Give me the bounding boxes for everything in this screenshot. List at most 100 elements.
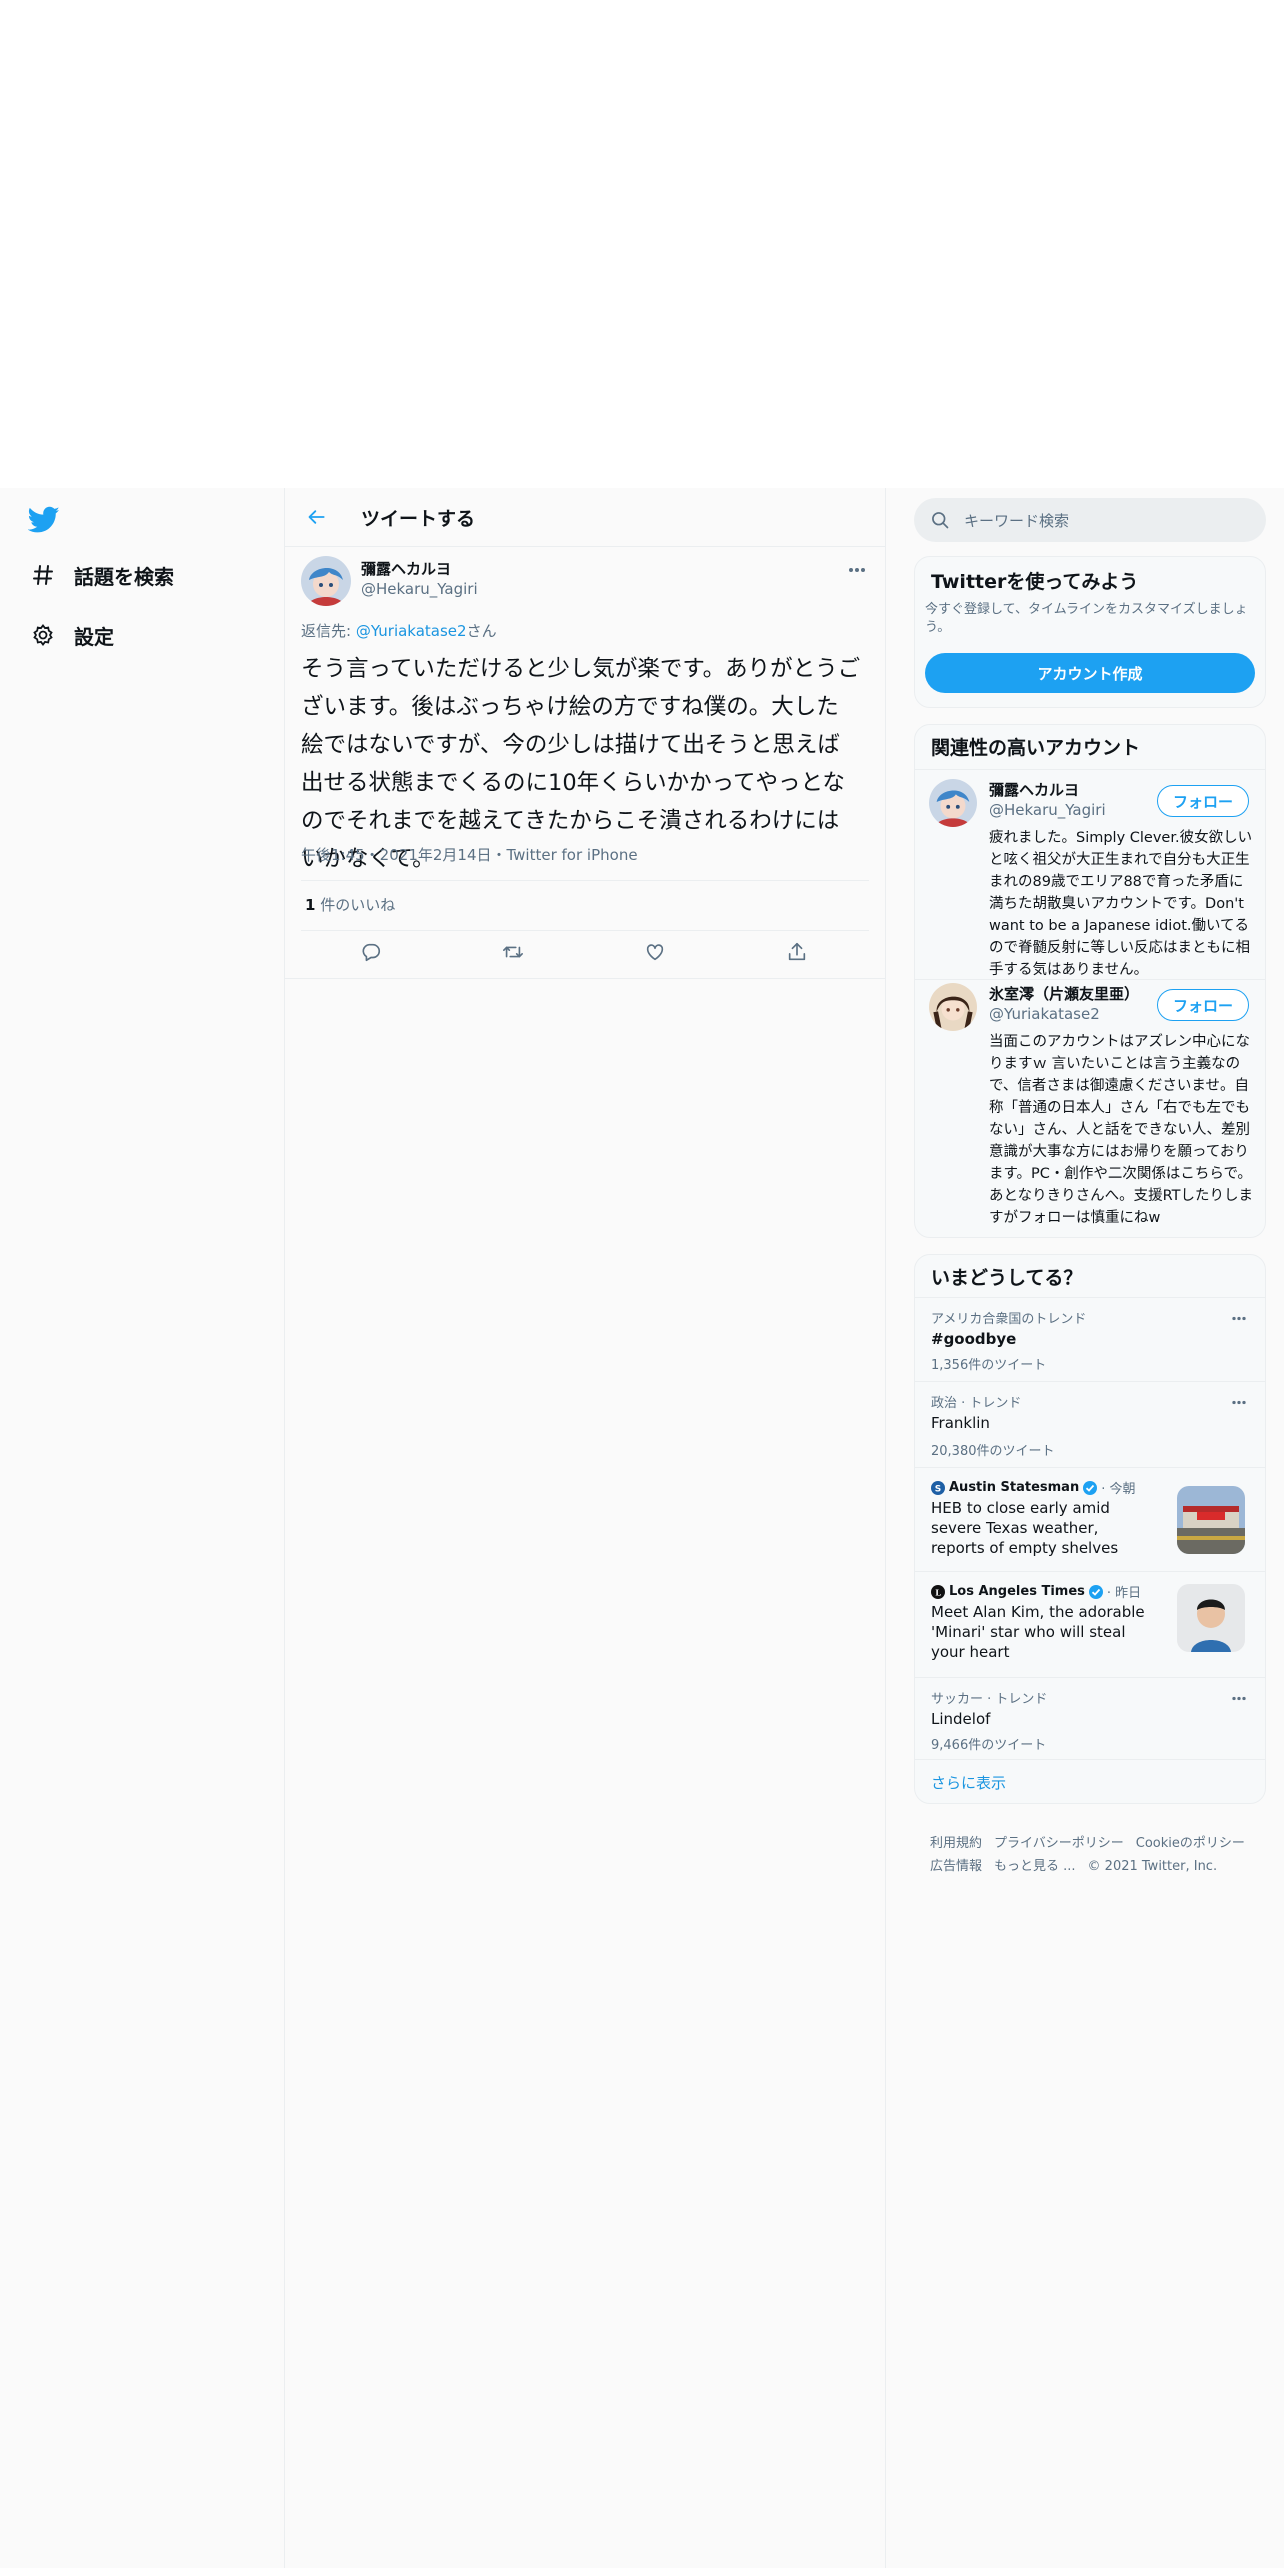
account-bio: 疲れました。Simply Clever.彼女欲しいと呟く祖父が大正生まれで自分も… bbox=[989, 830, 1253, 978]
news-thumbnail bbox=[1177, 1486, 1245, 1554]
show-more-link[interactable]: さらに表示 bbox=[931, 1772, 1006, 1793]
show-more-row[interactable]: さらに表示 bbox=[915, 1759, 1265, 1804]
reply-button[interactable] bbox=[351, 938, 391, 970]
account-name: 氷室澪（片瀬友里亜） bbox=[989, 985, 1140, 1003]
heart-icon bbox=[644, 941, 666, 967]
account-avatar[interactable] bbox=[929, 983, 977, 1031]
reply-prefix: 返信先: bbox=[301, 622, 356, 640]
reply-suffix: さん bbox=[466, 622, 497, 640]
reply-icon bbox=[360, 941, 382, 967]
divider bbox=[915, 769, 1265, 770]
footer-link[interactable]: もっと見る ... bbox=[994, 1859, 1076, 1874]
author-name[interactable]: 彌露ヘカルヨ bbox=[361, 558, 451, 579]
retweet-icon bbox=[501, 941, 525, 967]
retweet-button[interactable] bbox=[493, 938, 533, 970]
more-options-icon[interactable] bbox=[843, 560, 871, 580]
trend-name: #goodbye bbox=[931, 1330, 1017, 1348]
news-item[interactable]: L Los Angeles Times · 昨日 Meet Alan Kim, … bbox=[915, 1571, 1265, 1678]
search-input[interactable] bbox=[962, 498, 1256, 544]
news-source-name: Los Angeles Times bbox=[949, 1584, 1085, 1599]
news-time: · 今朝 bbox=[1101, 1482, 1136, 1497]
trend-item[interactable]: アメリカ合衆国のトレンド #goodbye 1,356件のツイート bbox=[915, 1297, 1265, 1382]
news-thumbnail bbox=[1177, 1584, 1245, 1652]
account-avatar[interactable] bbox=[929, 779, 977, 827]
verified-badge-icon bbox=[1083, 1480, 1098, 1495]
main-column: ツイートする 彌露ヘカルヨ @Hekaru_Yagiri 返信先: @Yuria… bbox=[284, 488, 886, 2568]
divider bbox=[301, 880, 869, 881]
la-times-logo-icon: L bbox=[931, 1584, 945, 1599]
share-icon bbox=[786, 941, 808, 967]
trend-name: Franklin bbox=[931, 1414, 990, 1432]
trend-count: 1,356件のツイート bbox=[931, 1358, 1047, 1373]
account-handle: @Hekaru_Yagiri bbox=[989, 801, 1106, 819]
reply-to-link[interactable]: @Yuriakatase2 bbox=[356, 622, 467, 640]
page-title: ツイートする bbox=[361, 508, 476, 530]
follow-button[interactable]: フォロー bbox=[1157, 989, 1249, 1021]
signup-description: 今すぐ登録して、タイムラインをカスタマイズしましょう。 bbox=[925, 602, 1248, 635]
trends-card: いまどうしてる？ アメリカ合衆国のトレンド #goodbye 1,356件のツイ… bbox=[914, 1254, 1266, 1804]
search-bar bbox=[914, 498, 1266, 544]
nav-settings[interactable]: 設定 bbox=[28, 620, 114, 650]
svg-text:L: L bbox=[935, 1587, 941, 1597]
account-name: 彌露ヘカルヨ bbox=[989, 781, 1080, 799]
back-arrow-icon[interactable] bbox=[301, 501, 333, 533]
signup-card: Twitterを使ってみよう 今すぐ登録して、タイムラインをカスタマイズしましょ… bbox=[914, 556, 1266, 708]
twitter-bird-icon[interactable] bbox=[27, 506, 62, 536]
trend-item[interactable]: 政治 · トレンド Franklin 20,380件のツイート bbox=[915, 1381, 1265, 1468]
relevant-accounts-title: 関連性の高いアカウント bbox=[931, 737, 1141, 759]
more-options-icon[interactable] bbox=[1225, 1308, 1253, 1328]
news-headline: Meet Alan Kim, the adorable 'Minari' sta… bbox=[931, 1603, 1145, 1661]
footer-link[interactable]: 利用規約 bbox=[930, 1836, 982, 1851]
tweet-header: ツイートする bbox=[285, 488, 885, 547]
nav-settings-label: 設定 bbox=[74, 624, 114, 649]
footer-link[interactable]: Cookieのポリシー bbox=[1136, 1836, 1245, 1851]
footer-link[interactable]: 広告情報 bbox=[930, 1859, 982, 1874]
relevant-accounts-card: 関連性の高いアカウント 彌露ヘカルヨ @Hekaru_Yagiri フォロー 疲… bbox=[914, 724, 1266, 1238]
trend-context: サッカー · トレンド bbox=[931, 1692, 1048, 1707]
news-source: L Los Angeles Times · 昨日 bbox=[931, 1582, 1141, 1601]
likes-label: 件のいいね bbox=[315, 896, 396, 914]
account-bio: 当面このアカウントはアズレン中心になりますｗ 言いたいことは言う主義なので、信者… bbox=[989, 1034, 1253, 1226]
hashtag-icon bbox=[28, 560, 58, 590]
like-button[interactable] bbox=[635, 938, 675, 970]
more-options-icon[interactable] bbox=[1225, 1392, 1253, 1412]
nav-explore[interactable]: 話題を検索 bbox=[28, 560, 174, 590]
likes-summary[interactable]: 1 件のいいね bbox=[305, 894, 395, 915]
svg-text:S: S bbox=[935, 1484, 941, 1494]
signup-title: Twitterを使ってみよう bbox=[931, 571, 1139, 593]
trends-title: いまどうしてる？ bbox=[931, 1267, 1083, 1289]
divider bbox=[915, 979, 1265, 980]
footer-link[interactable]: プライバシーポリシー bbox=[994, 1836, 1124, 1851]
gear-icon bbox=[28, 620, 58, 650]
create-account-button[interactable]: アカウント作成 bbox=[925, 653, 1255, 693]
author-handle[interactable]: @Hekaru_Yagiri bbox=[361, 580, 478, 598]
news-item[interactable]: S Austin Statesman · 今朝 HEB to close ear… bbox=[915, 1467, 1265, 1572]
divider bbox=[301, 930, 869, 931]
trend-item[interactable]: サッカー · トレンド Lindelof 9,466件のツイート bbox=[915, 1677, 1265, 1760]
account-item[interactable]: 氷室澪（片瀬友里亜） @Yuriakatase2 フォロー 当面このアカウントは… bbox=[915, 983, 1265, 1233]
news-source-name: Austin Statesman bbox=[949, 1480, 1080, 1495]
author-avatar[interactable] bbox=[301, 556, 351, 606]
trend-count: 9,466件のツイート bbox=[931, 1738, 1047, 1753]
follow-button[interactable]: フォロー bbox=[1157, 785, 1249, 817]
tweet-timestamp[interactable]: 午後1:45・2021年2月14日・Twitter for iPhone bbox=[301, 844, 638, 865]
reply-context: 返信先: @Yuriakatase2さん bbox=[301, 620, 497, 641]
search-icon bbox=[930, 510, 950, 530]
account-item[interactable]: 彌露ヘカルヨ @Hekaru_Yagiri フォロー 疲れました。Simply … bbox=[915, 779, 1265, 979]
footer-links: 利用規約 プライバシーポリシー Cookieのポリシー 広告情報 もっと見る ... ©… bbox=[930, 1832, 1270, 1878]
trend-context: アメリカ合衆国のトレンド bbox=[931, 1312, 1087, 1327]
news-source: S Austin Statesman · 今朝 bbox=[931, 1478, 1135, 1497]
verified-badge-icon bbox=[1088, 1584, 1103, 1599]
news-headline: HEB to close early amid severe Texas wea… bbox=[931, 1499, 1119, 1557]
left-navigation: 話題を検索 設定 bbox=[0, 488, 284, 2568]
account-handle: @Yuriakatase2 bbox=[989, 1005, 1100, 1023]
nav-explore-label: 話題を検索 bbox=[74, 564, 174, 589]
news-time: · 昨日 bbox=[1106, 1586, 1142, 1601]
trend-count: 20,380件のツイート bbox=[931, 1444, 1055, 1459]
trend-name: Lindelof bbox=[931, 1710, 991, 1728]
divider bbox=[285, 978, 885, 979]
trend-context: 政治 · トレンド bbox=[931, 1396, 1022, 1411]
share-button[interactable] bbox=[777, 938, 817, 970]
more-options-icon[interactable] bbox=[1225, 1688, 1253, 1708]
austin-statesman-logo-icon: S bbox=[931, 1480, 945, 1495]
